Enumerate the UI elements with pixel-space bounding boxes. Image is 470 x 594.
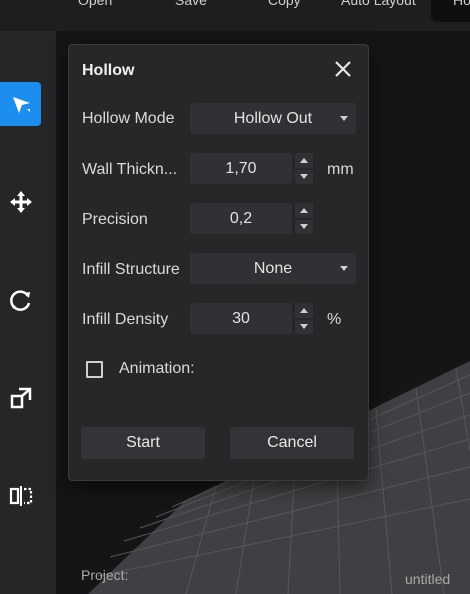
start-button-label: Start xyxy=(126,434,160,451)
start-button[interactable]: Start xyxy=(81,427,205,459)
infill-structure-label: Infill Structure xyxy=(82,261,180,278)
dialog-title: Hollow xyxy=(82,62,135,79)
project-label: Project: xyxy=(81,567,129,583)
precision-increment[interactable] xyxy=(295,203,313,218)
hollow-mode-value: Hollow Out xyxy=(233,109,313,127)
precision-value: 0,2 xyxy=(229,209,253,227)
chevron-down-icon xyxy=(300,324,308,330)
tab-hollow[interactable]: Ho xyxy=(431,0,470,22)
infill-density-increment[interactable] xyxy=(295,303,313,318)
select-tool-button[interactable] xyxy=(0,82,41,126)
top-toolbar: Open Save Copy Auto Layout Ho xyxy=(0,0,470,31)
hollow-dialog: Hollow Hollow Mode Hollow Out Wall Thick… xyxy=(68,44,369,481)
rotate-tool-button[interactable] xyxy=(0,278,41,322)
cancel-button-label: Cancel xyxy=(267,434,317,451)
wall-thickness-stepper xyxy=(295,153,313,184)
hollow-mode-label: Hollow Mode xyxy=(82,110,175,127)
precision-stepper xyxy=(295,203,313,234)
select-arrow-icon xyxy=(12,97,30,113)
move-icon xyxy=(9,191,32,213)
infill-density-unit: % xyxy=(327,311,342,328)
open-button[interactable]: Open xyxy=(78,0,112,8)
scale-tool-button[interactable] xyxy=(0,376,41,420)
wall-thickness-label: Wall Thickn... xyxy=(82,161,178,178)
chevron-down-icon xyxy=(300,224,308,230)
wall-thickness-increment[interactable] xyxy=(295,153,313,168)
close-button[interactable] xyxy=(331,57,355,81)
chevron-down-icon xyxy=(300,174,308,180)
mirror-tool-button[interactable] xyxy=(0,474,41,518)
cancel-button[interactable]: Cancel xyxy=(230,427,354,459)
infill-structure-value: None xyxy=(253,259,293,277)
copy-button[interactable]: Copy xyxy=(268,0,301,8)
precision-input[interactable]: 0,2 xyxy=(190,203,292,234)
wall-thickness-decrement[interactable] xyxy=(295,169,313,184)
precision-decrement[interactable] xyxy=(295,219,313,234)
move-tool-button[interactable] xyxy=(0,180,41,224)
animation-label: Animation: xyxy=(119,360,195,377)
tab-hollow-label: Ho xyxy=(453,0,470,8)
infill-structure-select[interactable]: None xyxy=(190,253,356,284)
scale-icon xyxy=(10,387,31,409)
mirror-icon xyxy=(9,486,32,506)
auto-layout-button[interactable]: Auto Layout xyxy=(341,0,416,8)
infill-density-input[interactable]: 30 xyxy=(190,303,292,334)
chevron-up-icon xyxy=(300,307,308,313)
save-button[interactable]: Save xyxy=(175,0,207,8)
rotate-icon xyxy=(9,290,30,311)
animation-checkbox[interactable] xyxy=(86,361,103,378)
infill-density-stepper xyxy=(295,303,313,334)
chevron-up-icon xyxy=(300,157,308,163)
hollow-mode-select[interactable]: Hollow Out xyxy=(190,103,356,134)
project-name: untitled xyxy=(405,571,451,587)
close-icon xyxy=(335,61,351,77)
wall-thickness-unit: mm xyxy=(327,161,354,178)
wall-thickness-input[interactable]: 1,70 xyxy=(190,153,292,184)
infill-density-decrement[interactable] xyxy=(295,319,313,334)
wall-thickness-value: 1,70 xyxy=(225,159,257,177)
chevron-down-icon xyxy=(340,266,348,271)
infill-density-value: 30 xyxy=(232,309,250,327)
precision-label: Precision xyxy=(82,211,148,228)
infill-density-label: Infill Density xyxy=(82,311,169,328)
chevron-up-icon xyxy=(300,207,308,213)
left-toolbar xyxy=(0,31,56,594)
chevron-down-icon xyxy=(340,116,348,121)
